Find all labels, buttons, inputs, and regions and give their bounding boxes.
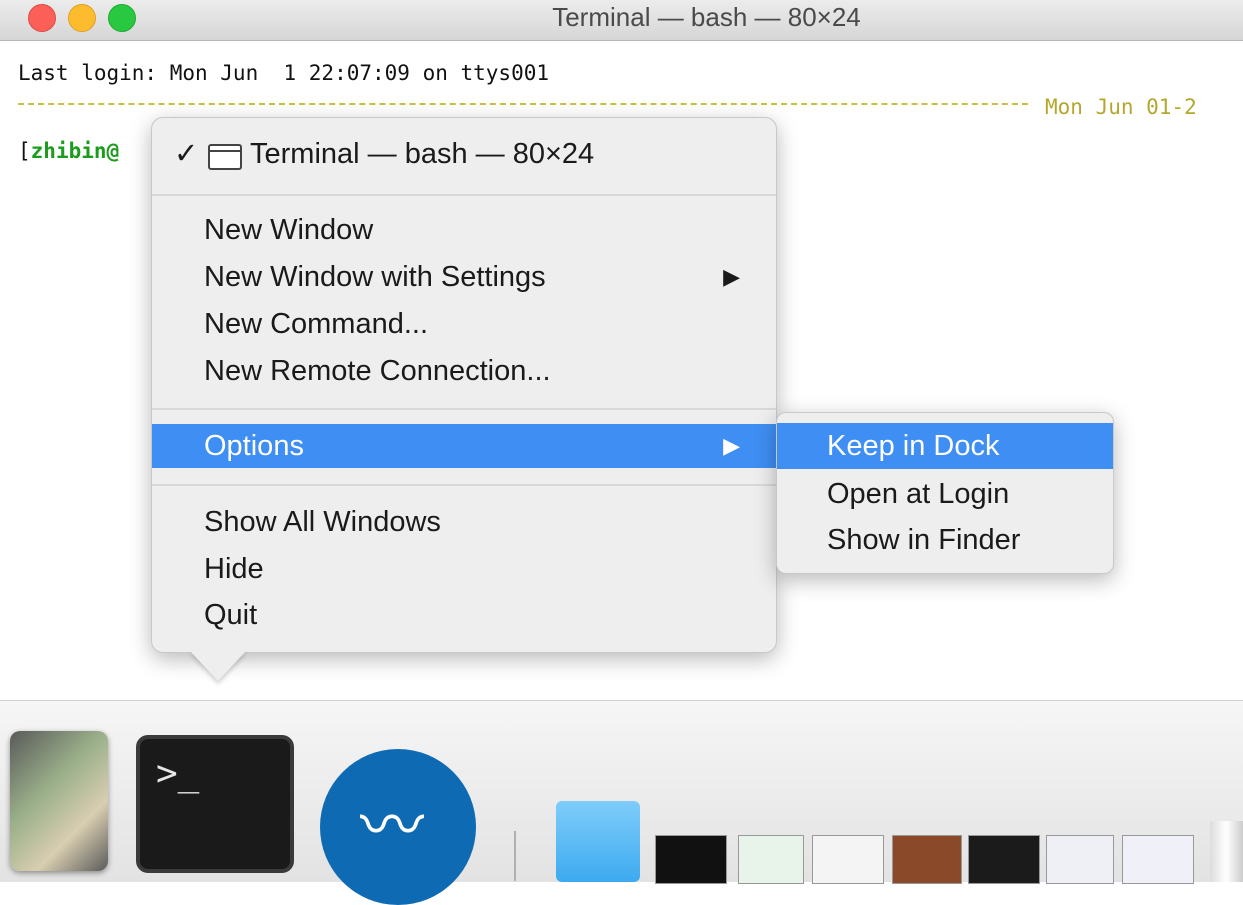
dock-minimized-window-thumbnail[interactable]: [738, 835, 804, 884]
dock-minimized-window-thumbnail[interactable]: [968, 835, 1040, 884]
menu-pointer: [190, 651, 246, 681]
menu-item-quit[interactable]: Quit: [152, 593, 776, 637]
options-submenu: Keep in Dock Open at Login Show in Finde…: [776, 412, 1114, 574]
dock-minimized-window-thumbnail[interactable]: [655, 835, 727, 884]
menu-item-label: New Window with Settings: [204, 261, 546, 293]
submenu-item-label: Show in Finder: [827, 524, 1021, 556]
seagull-icon: 〰: [360, 790, 424, 862]
dock-openoffice-icon[interactable]: 〰: [320, 749, 476, 905]
menu-item-label: New Window: [204, 214, 374, 246]
submenu-item-label: Open at Login: [827, 478, 1010, 510]
submenu-arrow-icon: ▶: [723, 264, 740, 289]
dock-app-photo-icon[interactable]: [10, 731, 108, 871]
dock-context-menu: ✓ Terminal — bash — 80×24 New Window New…: [151, 117, 777, 653]
menu-item-new-window-with-settings[interactable]: New Window with Settings ▶: [152, 255, 776, 299]
menu-item-label: Show All Windows: [204, 506, 441, 538]
terminal-prompt-glyph: >_: [156, 753, 200, 794]
menu-divider: [152, 484, 776, 486]
menu-item-label: New Command...: [204, 308, 429, 340]
menu-item-show-all-windows[interactable]: Show All Windows: [152, 500, 776, 544]
menu-item-label: Hide: [204, 553, 264, 585]
submenu-item-open-at-login[interactable]: Open at Login: [777, 471, 1113, 517]
menu-divider: [152, 194, 776, 196]
prompt-bracket: [: [18, 139, 31, 163]
prompt-user: zhibin@: [30, 139, 120, 163]
dock: >_ 〰: [0, 700, 1243, 905]
checkmark-icon: ✓: [174, 138, 199, 170]
dock-minimized-window-thumbnail[interactable]: [812, 835, 884, 884]
menu-item-new-remote-connection[interactable]: New Remote Connection...: [152, 349, 776, 393]
shell-prompt: [zhibin@: [18, 139, 119, 163]
window-icon: [208, 144, 242, 170]
dock-separator: [514, 831, 516, 881]
dock-terminal-icon[interactable]: >_: [136, 735, 294, 873]
window-title: Terminal — bash — 80×24: [552, 2, 861, 32]
submenu-item-label: Keep in Dock: [827, 430, 1000, 462]
menu-item-label: Terminal — bash — 80×24: [250, 138, 595, 170]
menu-item-new-window[interactable]: New Window: [152, 208, 776, 252]
submenu-arrow-icon: ▶: [723, 433, 740, 458]
last-login-line: Last login: Mon Jun 1 22:07:09 on ttys00…: [18, 61, 550, 85]
dock-folder-icon[interactable]: [556, 801, 640, 882]
menu-item-label: Quit: [204, 599, 258, 631]
menu-item-options[interactable]: Options ▶: [152, 424, 776, 468]
menu-item-label: Options: [204, 430, 304, 462]
menu-item-new-command[interactable]: New Command...: [152, 302, 776, 346]
dock-trash-icon[interactable]: [1210, 821, 1243, 882]
dock-minimized-window-thumbnail[interactable]: [1122, 835, 1194, 884]
prompt-separator-line: [18, 103, 1028, 105]
dock-minimized-window-thumbnail[interactable]: [1046, 835, 1114, 884]
menu-divider: [152, 408, 776, 410]
prompt-date: Mon Jun 01-2: [1045, 95, 1197, 119]
window-titlebar: Terminal — bash — 80×24: [0, 0, 1243, 41]
menu-item-hide[interactable]: Hide: [152, 547, 776, 591]
submenu-item-show-in-finder[interactable]: Show in Finder: [777, 517, 1113, 563]
menu-item-label: New Remote Connection...: [204, 355, 551, 387]
submenu-item-keep-in-dock[interactable]: Keep in Dock: [777, 423, 1113, 469]
dock-minimized-window-thumbnail[interactable]: [892, 835, 962, 884]
